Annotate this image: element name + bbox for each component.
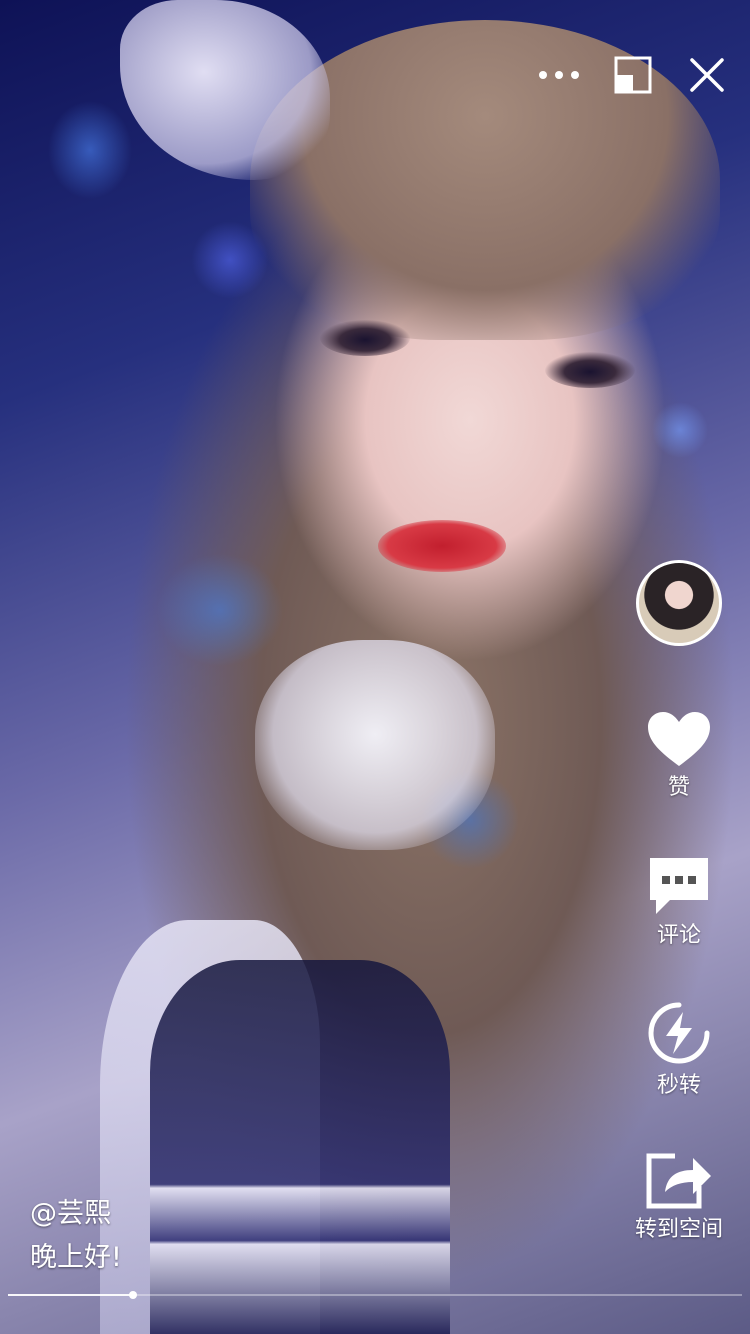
comment-button[interactable]: 评论 <box>648 856 710 950</box>
close-button[interactable] <box>684 52 730 98</box>
author-name[interactable]: @芸熙 <box>30 1194 122 1234</box>
top-controls <box>508 52 730 98</box>
video-description: 晚上好! <box>30 1242 122 1273</box>
video-lips <box>378 520 506 572</box>
like-label: 赞 <box>667 775 690 800</box>
quick-repost-label: 秒转 <box>656 1073 701 1098</box>
like-button[interactable]: 赞 <box>646 710 712 802</box>
minimize-window-icon <box>614 56 652 94</box>
video-eye-left <box>320 320 410 356</box>
progress-fill <box>8 1294 133 1296</box>
video-dress-dark <box>150 960 450 1334</box>
comment-label: 评论 <box>656 923 701 948</box>
heart-icon <box>648 712 710 766</box>
progress-handle[interactable] <box>128 1291 137 1299</box>
video-collar <box>255 640 495 850</box>
share-label: 转到空间 <box>634 1217 723 1242</box>
video-hair-bow <box>120 0 330 180</box>
progress-bar[interactable] <box>8 1291 742 1299</box>
close-icon <box>690 58 724 92</box>
more-dots-icon <box>539 71 579 79</box>
video-caption: @芸熙 晚上好! <box>30 1194 122 1278</box>
comment-bubble-icon <box>650 858 708 914</box>
minimize-button[interactable] <box>610 52 656 98</box>
author-avatar[interactable] <box>636 560 722 646</box>
share-button[interactable]: 转到空间 <box>635 1150 723 1244</box>
action-rail: 赞 评论 秒转 转到空间 <box>632 560 726 1244</box>
more-button[interactable] <box>536 52 582 98</box>
quick-repost-button[interactable]: 秒转 <box>646 1000 712 1100</box>
video-eye-right <box>545 352 635 388</box>
share-arrow-icon <box>646 1153 711 1209</box>
lightning-circle-icon <box>648 1002 710 1064</box>
